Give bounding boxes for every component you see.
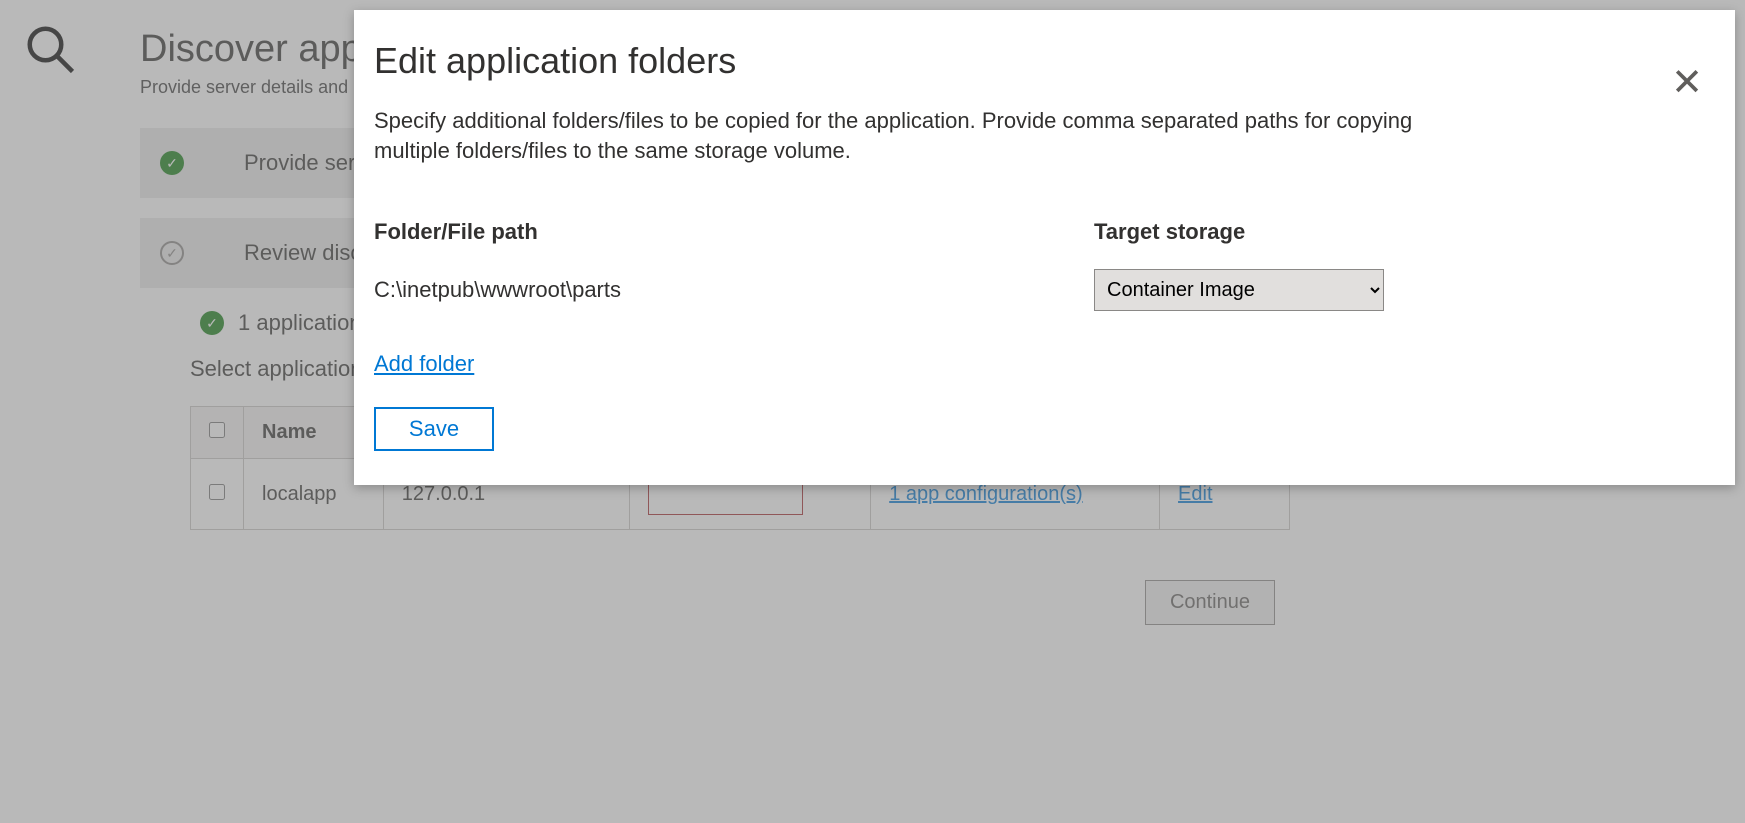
edit-folders-modal: Edit application folders ✕ Specify addit… bbox=[354, 10, 1735, 485]
close-icon[interactable]: ✕ bbox=[1671, 64, 1703, 102]
modal-description: Specify additional folders/files to be c… bbox=[374, 106, 1424, 165]
folder-path-header: Folder/File path bbox=[374, 219, 1054, 245]
add-folder-link[interactable]: Add folder bbox=[374, 351, 474, 377]
modal-overlay: Edit application folders ✕ Specify addit… bbox=[0, 0, 1745, 823]
save-button[interactable]: Save bbox=[374, 407, 494, 451]
modal-title: Edit application folders bbox=[374, 40, 1693, 82]
target-storage-select[interactable]: Container Image bbox=[1094, 269, 1384, 311]
target-storage-header: Target storage bbox=[1094, 219, 1245, 245]
folder-path-value: C:\inetpub\wwwroot\parts bbox=[374, 277, 1054, 303]
